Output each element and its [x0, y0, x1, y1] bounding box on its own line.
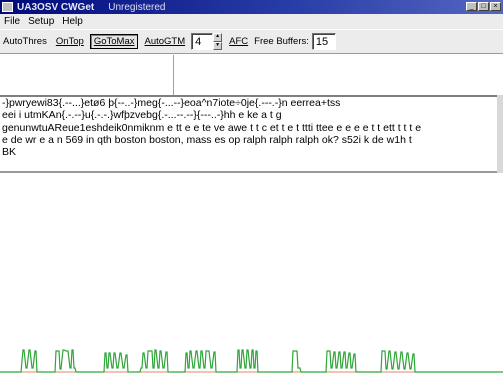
- spin-up-icon[interactable]: ▲: [213, 33, 223, 42]
- registration-status: Unregistered: [108, 1, 166, 13]
- toolbar: AutoThres OnTop GoToMax AutoGTM 4 ▲ ▼ AF…: [0, 30, 503, 54]
- minimize-icon[interactable]: _: [466, 2, 477, 11]
- decoded-line: eei i utmKAn{.-.--}u{.-.-.}wfþzvebg{.-..…: [2, 109, 282, 122]
- decoded-line: e de wr e a n 569 in qth boston boston, …: [2, 133, 412, 146]
- auto-thres-button[interactable]: AutoThres: [0, 34, 50, 49]
- numeric-spinner[interactable]: ▲ ▼: [213, 33, 223, 50]
- maximize-icon[interactable]: □: [478, 2, 489, 11]
- window-controls: _ □ ×: [466, 2, 501, 11]
- app-icon: [2, 2, 13, 12]
- decoded-line: genunwtuAReue1eshdeik0nmiknm e tt e e te…: [2, 121, 422, 134]
- menu-setup[interactable]: Setup: [24, 16, 58, 27]
- tuning-pane[interactable]: [0, 55, 503, 95]
- on-top-button[interactable]: OnTop: [53, 34, 87, 49]
- go-to-max-button[interactable]: GoToMax: [89, 34, 139, 49]
- signal-graph: [0, 349, 503, 373]
- frequency-marker[interactable]: [173, 55, 174, 95]
- title-bar: UA3OSV CWGet Unregistered _ □ ×: [0, 0, 503, 14]
- close-icon[interactable]: ×: [490, 2, 501, 11]
- free-buffers-label: Free Buffers:: [254, 36, 309, 47]
- scrollbar[interactable]: [497, 95, 503, 173]
- numeric-field[interactable]: 4: [191, 33, 214, 50]
- menu-file[interactable]: File: [0, 16, 24, 27]
- auto-gtm-button[interactable]: AutoGTM: [141, 34, 188, 49]
- menu-help[interactable]: Help: [58, 16, 87, 27]
- decoded-line: BK: [2, 146, 17, 159]
- menu-bar: File Setup Help: [0, 14, 503, 29]
- free-buffers-field[interactable]: 15: [311, 33, 336, 50]
- afc-button[interactable]: AFC: [226, 34, 251, 49]
- signal-display: [0, 175, 503, 380]
- decoded-line: -}pwryewi83{.--...}etø6 þ{--..-}meg{-...…: [2, 97, 341, 109]
- signal-trace: [0, 349, 503, 373]
- spin-down-icon[interactable]: ▼: [213, 41, 223, 50]
- window-title: UA3OSV CWGet: [17, 1, 95, 13]
- decoded-text-panel[interactable]: -}pwryewi83{.--...}etø6 þ{--..-}meg{-...…: [0, 95, 497, 173]
